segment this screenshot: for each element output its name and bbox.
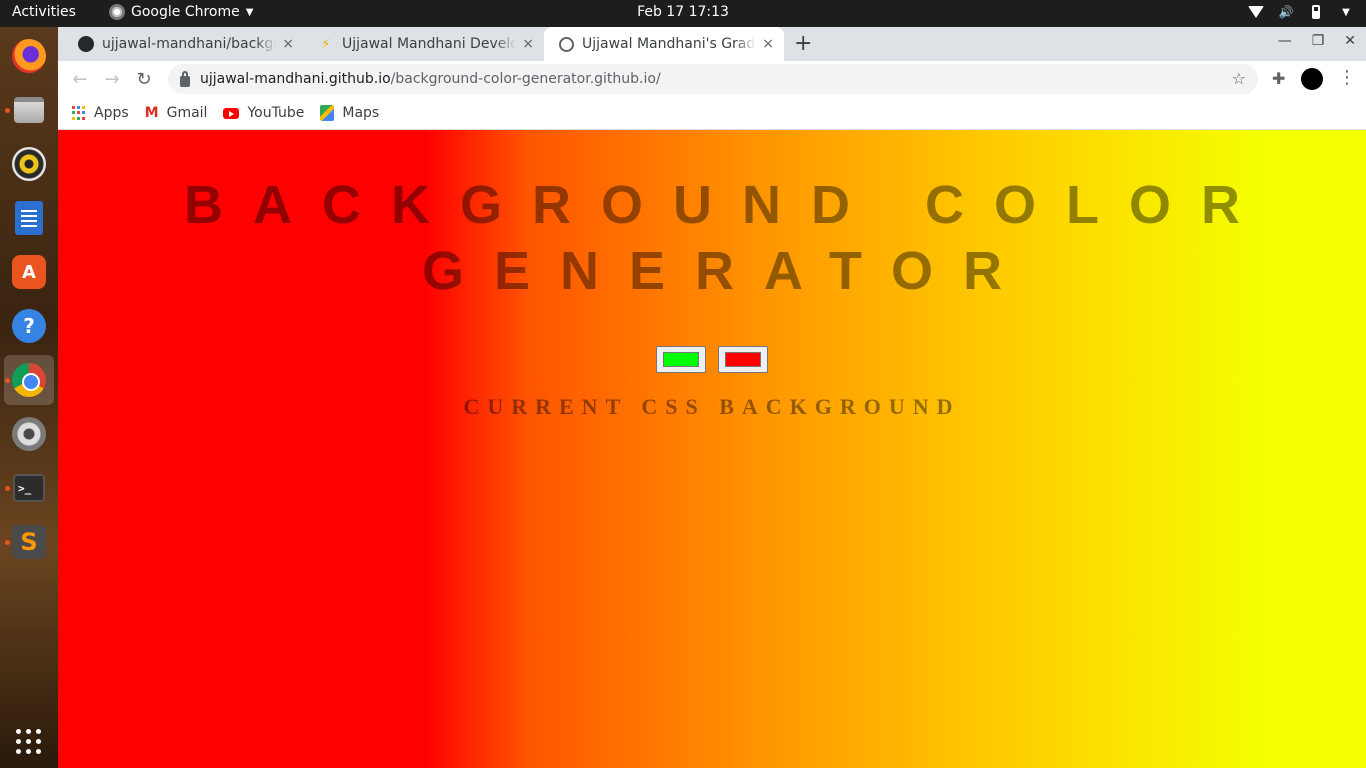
- color-swatch-2: [725, 352, 761, 367]
- globe-icon: [558, 36, 574, 52]
- tab-developer[interactable]: ⚡ Ujjawal Mandhani Developer ×: [304, 27, 544, 61]
- settings-icon: [12, 417, 46, 451]
- tab-title: ujjawal-mandhani/background-color-genera…: [102, 36, 276, 52]
- bookmark-label: YouTube: [247, 105, 305, 121]
- chrome-icon: [109, 4, 125, 20]
- chevron-down-icon: ▼: [1342, 6, 1350, 18]
- dock-software[interactable]: A: [4, 247, 54, 297]
- close-icon[interactable]: ×: [762, 36, 774, 52]
- show-applications-icon[interactable]: [16, 729, 42, 755]
- youtube-icon: [223, 107, 240, 119]
- profile-avatar[interactable]: [1301, 68, 1323, 90]
- url-path: /background-color-generator.github.io/: [390, 71, 661, 87]
- software-store-icon: A: [12, 255, 46, 289]
- forward-arrow-icon[interactable]: →: [100, 67, 124, 91]
- clock[interactable]: Feb 17 17:13: [637, 4, 729, 20]
- lock-icon[interactable]: [180, 70, 190, 87]
- star-icon[interactable]: ☆: [1232, 69, 1246, 88]
- browser-toolbar: ← → ↻ ujjawal-mandhani.github.io/backgro…: [58, 61, 1366, 97]
- lightning-icon: ⚡: [321, 36, 331, 52]
- dock-rhythmbox[interactable]: [4, 139, 54, 189]
- volume-icon: 🔊: [1278, 5, 1294, 19]
- github-icon: [78, 36, 94, 52]
- close-window-icon[interactable]: ✕: [1344, 33, 1356, 49]
- color-swatch-1: [663, 352, 699, 367]
- tab-strip: ujjawal-mandhani/background-color-genera…: [58, 27, 1366, 61]
- menu-dots-icon[interactable]: ⋮: [1338, 67, 1356, 88]
- color-input-1[interactable]: [656, 346, 706, 373]
- dock-firefox[interactable]: [4, 31, 54, 81]
- url-host: ujjawal-mandhani.github.io: [200, 71, 391, 87]
- bookmark-youtube[interactable]: YouTube: [223, 105, 304, 121]
- bookmark-apps[interactable]: Apps: [72, 105, 129, 121]
- color-input-2[interactable]: [718, 346, 768, 373]
- dock-settings[interactable]: [4, 409, 54, 459]
- tab-title: Ujjawal Mandhani's Gradient: [582, 36, 756, 52]
- sublime-text-icon: S: [12, 525, 46, 559]
- terminal-icon: >_: [13, 474, 45, 502]
- bookmarks-bar: Apps M Gmail YouTube Maps: [58, 97, 1366, 130]
- chevron-down-icon: ▼: [245, 6, 254, 18]
- battery-icon: [1308, 4, 1324, 20]
- tab-github[interactable]: ujjawal-mandhani/background-color-genera…: [64, 27, 304, 61]
- maps-icon: [320, 105, 335, 121]
- dock-terminal[interactable]: >_: [4, 463, 54, 513]
- color-pickers: [58, 346, 1366, 373]
- activities-button[interactable]: Activities: [12, 4, 76, 20]
- firefox-icon: [12, 39, 46, 73]
- bookmark-label: Maps: [342, 105, 380, 121]
- system-top-bar: Activities Google Chrome ▼ Feb 17 17:13 …: [0, 0, 1366, 27]
- back-arrow-icon[interactable]: ←: [68, 67, 92, 91]
- rhythmbox-icon: [12, 147, 46, 181]
- window-controls: — ❐ ✕: [1278, 33, 1356, 49]
- minimize-icon[interactable]: —: [1278, 33, 1292, 49]
- files-icon: [14, 97, 44, 123]
- close-icon[interactable]: ×: [522, 36, 534, 52]
- dock-sublime[interactable]: S: [4, 517, 54, 567]
- writer-icon: [15, 201, 43, 235]
- restore-icon[interactable]: ❐: [1312, 33, 1325, 49]
- apps-icon: [72, 106, 86, 120]
- page-title: BACKGROUND COLOR GENERATOR: [184, 175, 1270, 301]
- close-icon[interactable]: ×: [282, 36, 294, 52]
- tab-gradient[interactable]: Ujjawal Mandhani's Gradient ×: [544, 27, 784, 61]
- app-menu-label: Google Chrome: [131, 4, 240, 20]
- gmail-icon: M: [144, 105, 159, 121]
- bookmark-label: Gmail: [166, 105, 208, 121]
- new-tab-button[interactable]: +: [794, 31, 812, 56]
- app-menu[interactable]: Google Chrome ▼: [109, 4, 253, 20]
- tab-title: Ujjawal Mandhani Developer: [342, 36, 516, 52]
- help-icon: ?: [12, 309, 46, 343]
- dock-files[interactable]: [4, 85, 54, 135]
- bookmark-label: Apps: [94, 105, 129, 121]
- dock: A ? >_ S: [0, 27, 58, 768]
- dock-chrome[interactable]: [4, 355, 54, 405]
- dock-help[interactable]: ?: [4, 301, 54, 351]
- system-tray[interactable]: 🔊 ▼: [1248, 4, 1354, 20]
- chrome-icon: [12, 363, 46, 397]
- wifi-icon: [1248, 4, 1264, 20]
- dock-writer[interactable]: [4, 193, 54, 243]
- address-bar[interactable]: ujjawal-mandhani.github.io/background-co…: [168, 64, 1258, 94]
- extensions-icon[interactable]: ✚: [1272, 69, 1285, 88]
- page-body: BACKGROUND COLOR GENERATOR CURRENT CSS B…: [58, 130, 1366, 768]
- reload-icon[interactable]: ↻: [132, 67, 156, 91]
- bookmark-gmail[interactable]: M Gmail: [145, 105, 208, 121]
- current-css-label: CURRENT CSS BACKGROUND: [463, 394, 961, 419]
- bookmark-maps[interactable]: Maps: [320, 105, 379, 121]
